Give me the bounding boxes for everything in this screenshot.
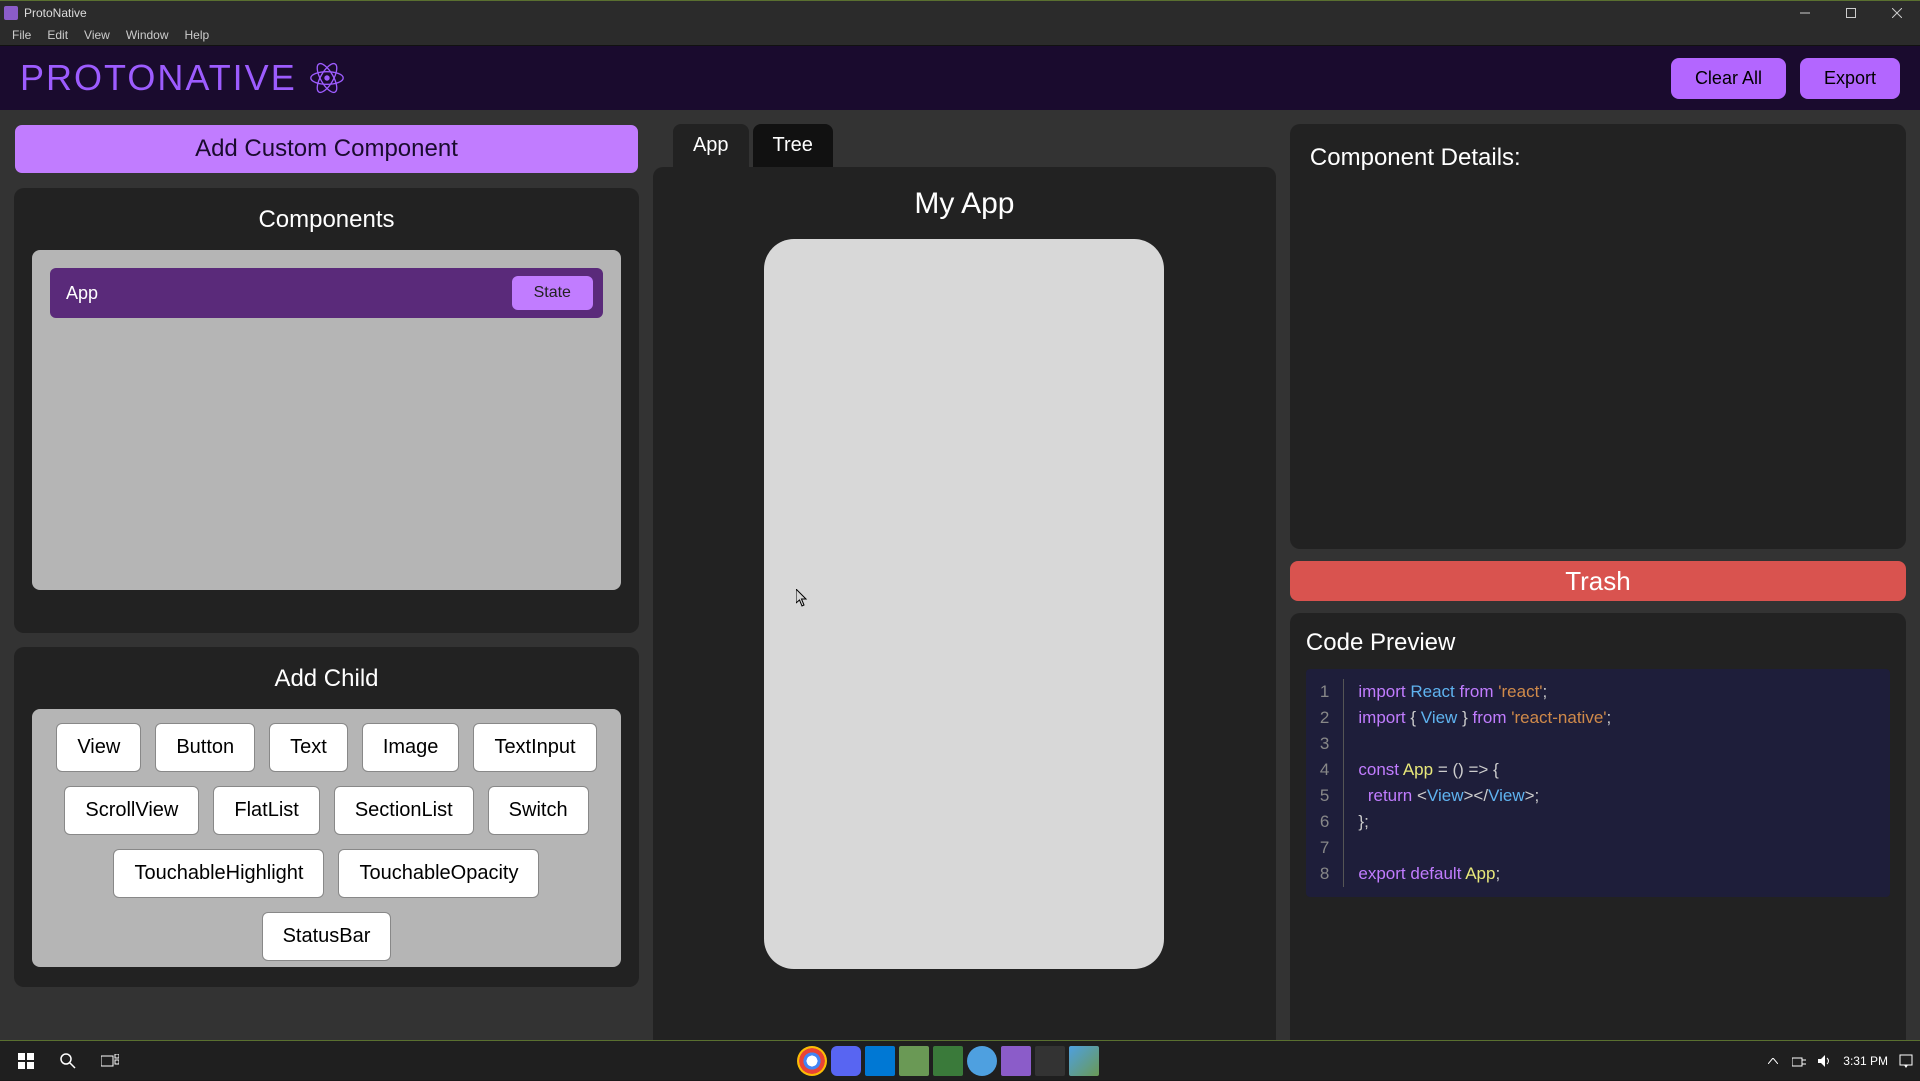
child-touchablehighlight[interactable]: TouchableHighlight (113, 849, 324, 898)
code-gutter: 12345678 (1306, 679, 1344, 887)
canvas-title: My App (914, 187, 1014, 221)
code-editor[interactable]: 12345678 import React from 'react'; impo… (1306, 669, 1890, 897)
taskbar-app-protonative[interactable] (1001, 1046, 1031, 1076)
component-item-app[interactable]: App State (50, 268, 603, 318)
window-minimize-button[interactable] (1782, 1, 1828, 25)
child-textinput[interactable]: TextInput (473, 723, 596, 772)
child-elements-list: View Button Text Image TextInput ScrollV… (32, 709, 621, 967)
menu-view[interactable]: View (76, 26, 118, 44)
canvas-tabs: App Tree (673, 124, 1276, 167)
child-scrollview[interactable]: ScrollView (64, 786, 199, 835)
components-list: App State (32, 250, 621, 590)
taskbar-clock[interactable]: 3:31 PM (1843, 1054, 1888, 1068)
tray-chevron-icon[interactable] (1765, 1053, 1781, 1069)
component-details-panel: Component Details: (1290, 124, 1906, 549)
clear-all-button[interactable]: Clear All (1671, 58, 1786, 99)
components-panel: Components App State (14, 188, 639, 633)
logo-text: PROTONATIVE (20, 57, 297, 99)
phone-canvas[interactable] (764, 239, 1164, 969)
menu-window[interactable]: Window (118, 26, 177, 44)
taskbar-app-vscode[interactable] (865, 1046, 895, 1076)
window-title: ProtoNative (24, 6, 87, 20)
add-child-title: Add Child (32, 665, 621, 693)
child-statusbar[interactable]: StatusBar (262, 912, 392, 961)
taskbar-app-9[interactable] (1069, 1046, 1099, 1076)
child-sectionlist[interactable]: SectionList (334, 786, 474, 835)
taskbar-app-chrome[interactable] (797, 1046, 827, 1076)
start-button[interactable] (6, 1041, 46, 1081)
canvas-panel: My App (653, 167, 1276, 1066)
child-switch[interactable]: Switch (488, 786, 589, 835)
taskbar-app-4[interactable] (899, 1046, 929, 1076)
components-title: Components (32, 206, 621, 234)
state-button[interactable]: State (512, 276, 593, 310)
windows-taskbar: 3:31 PM (0, 1040, 1920, 1080)
tab-tree[interactable]: Tree (753, 124, 833, 167)
code-content: import React from 'react'; import { View… (1344, 679, 1611, 887)
tray-volume-icon[interactable] (1817, 1053, 1833, 1069)
taskbar-app-5[interactable] (933, 1046, 963, 1076)
export-button[interactable]: Export (1800, 58, 1900, 99)
tray-notifications-icon[interactable] (1898, 1053, 1914, 1069)
menu-help[interactable]: Help (177, 26, 218, 44)
main-area: Add Custom Component Components App Stat… (0, 110, 1920, 1080)
child-image[interactable]: Image (362, 723, 460, 772)
component-details-title: Component Details: (1310, 144, 1886, 172)
cursor-icon (796, 589, 808, 610)
taskbar-apps (797, 1046, 1099, 1076)
menu-bar: File Edit View Window Help (0, 24, 1920, 46)
child-touchableopacity[interactable]: TouchableOpacity (338, 849, 539, 898)
trash-button[interactable]: Trash (1290, 561, 1906, 601)
child-view[interactable]: View (56, 723, 141, 772)
child-text[interactable]: Text (269, 723, 348, 772)
task-view-icon[interactable] (90, 1041, 130, 1081)
app-header: PROTONATIVE Clear All Export (0, 46, 1920, 110)
taskbar-app-6[interactable] (967, 1046, 997, 1076)
search-icon[interactable] (48, 1041, 88, 1081)
window-titlebar: ProtoNative (0, 0, 1920, 24)
menu-edit[interactable]: Edit (39, 26, 76, 44)
taskbar-app-terminal[interactable] (1035, 1046, 1065, 1076)
tab-app[interactable]: App (673, 124, 749, 167)
tray-network-icon[interactable] (1791, 1053, 1807, 1069)
add-custom-component-button[interactable]: Add Custom Component (14, 124, 639, 174)
component-name: App (66, 283, 98, 304)
child-flatlist[interactable]: FlatList (213, 786, 319, 835)
code-preview-panel: Code Preview 12345678 import React from … (1290, 613, 1906, 1066)
window-close-button[interactable] (1874, 1, 1920, 25)
menu-file[interactable]: File (4, 26, 39, 44)
add-child-panel: Add Child View Button Text Image TextInp… (14, 647, 639, 987)
code-preview-title: Code Preview (1306, 629, 1890, 657)
app-icon (4, 6, 18, 20)
atom-icon (309, 60, 345, 96)
child-button[interactable]: Button (155, 723, 255, 772)
taskbar-app-discord[interactable] (831, 1046, 861, 1076)
window-maximize-button[interactable] (1828, 1, 1874, 25)
